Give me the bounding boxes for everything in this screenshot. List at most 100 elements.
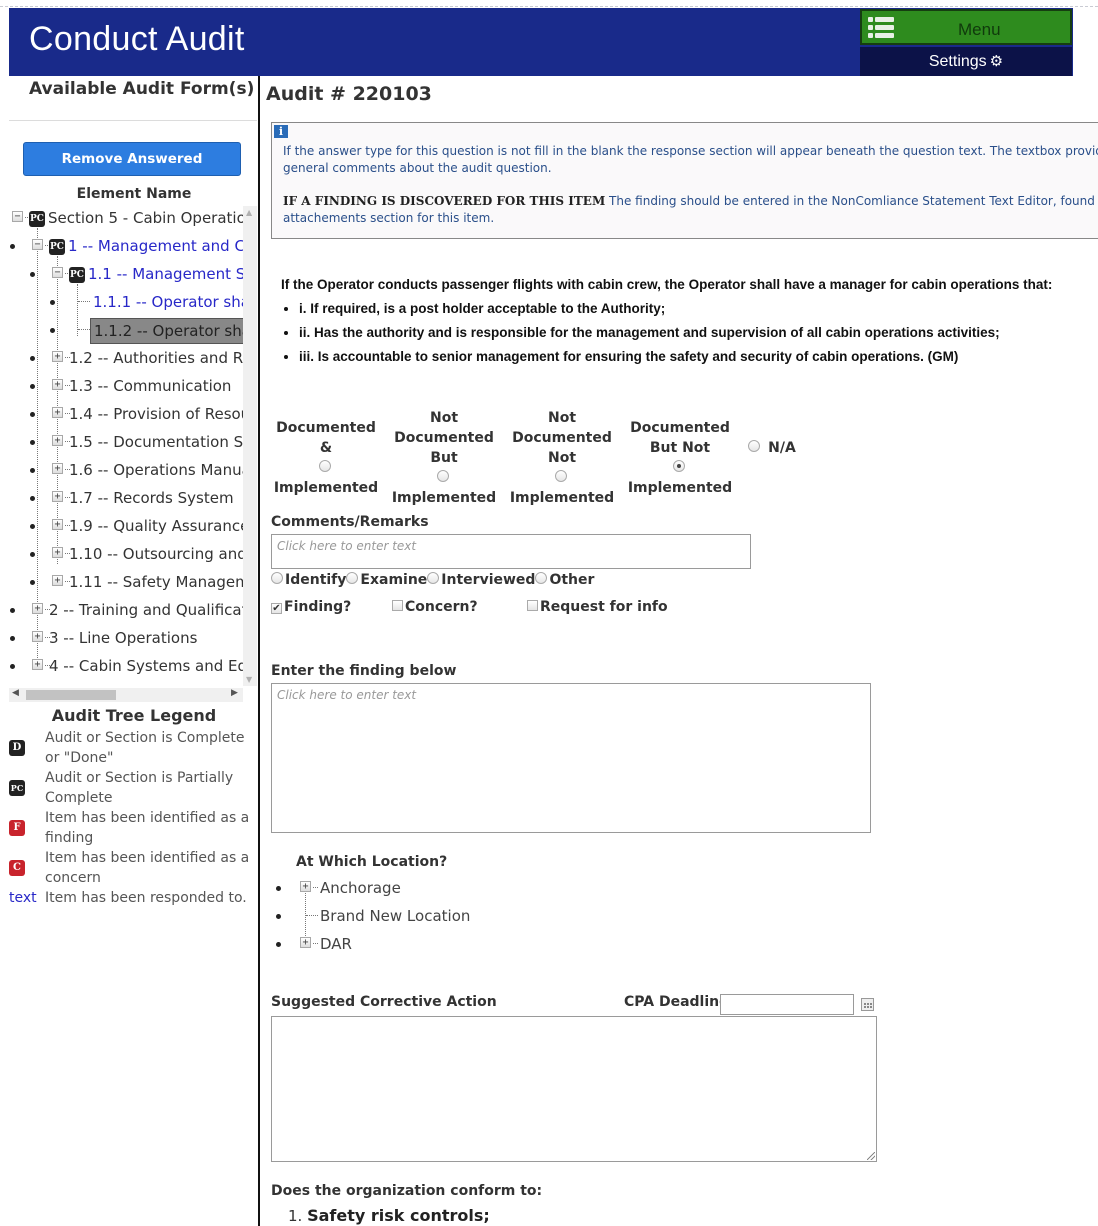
- answer-radio[interactable]: [673, 460, 685, 472]
- expand-icon[interactable]: +: [300, 881, 311, 892]
- corrective-action-input[interactable]: [271, 1016, 877, 1162]
- tree-connector: [78, 301, 90, 302]
- tree-node[interactable]: − PC 1 -- Management and Co: [0, 234, 243, 258]
- info-line-3: IF A FINDING IS DISCOVERED FOR THIS ITEM…: [283, 193, 1098, 210]
- answer-option-label: Implemented: [270, 458, 382, 498]
- location-label: Brand New Location: [320, 907, 471, 925]
- tree-node[interactable]: +1.7 -- Records System: [0, 486, 243, 510]
- settings-button[interactable]: Settings ⚙: [860, 47, 1072, 76]
- expand-icon[interactable]: +: [52, 435, 63, 446]
- expand-icon[interactable]: +: [52, 547, 63, 558]
- answer-option-label: Implemented: [388, 468, 500, 508]
- tree-node-content: PC Section 5 - Cabin Operation: [29, 206, 243, 230]
- method-radio[interactable]: [346, 572, 359, 584]
- method-option[interactable]: Other: [535, 572, 594, 588]
- method-radio[interactable]: [271, 572, 283, 584]
- scroll-left-icon[interactable]: ◀: [12, 688, 19, 698]
- tree-node-label: 1.1.2 -- Operator shal: [90, 318, 243, 344]
- expand-icon[interactable]: +: [52, 519, 63, 530]
- answer-option-text: Implemented: [509, 490, 615, 506]
- finding-input[interactable]: Click here to enter text: [271, 683, 871, 833]
- expand-icon[interactable]: +: [32, 603, 43, 614]
- info-line-1: If the answer type for this question is …: [283, 144, 1098, 158]
- bullet-icon: [30, 524, 35, 529]
- page-title: Conduct Audit: [29, 20, 245, 58]
- expand-icon[interactable]: +: [52, 491, 63, 502]
- tree-node[interactable]: 1.1.2 -- Operator shal: [0, 318, 243, 344]
- tree-node[interactable]: +4 -- Cabin Systems and Equ: [0, 654, 243, 678]
- cpa-deadline-input[interactable]: [720, 994, 854, 1015]
- tree-node-label: 1.9 -- Quality Assurance: [69, 517, 243, 535]
- tree-node[interactable]: +1.3 -- Communication: [0, 374, 243, 398]
- info-icon: i: [274, 125, 288, 138]
- flag-option[interactable]: Concern?: [392, 599, 478, 615]
- tree-node-label: 1.10 -- Outsourcing and: [69, 545, 243, 563]
- answer-option[interactable]: N/A: [742, 438, 802, 458]
- expand-icon[interactable]: +: [52, 575, 63, 586]
- remove-answered-questions-button[interactable]: Remove Answered Questions: [23, 142, 241, 199]
- finding-label: Enter the finding below: [271, 663, 457, 679]
- pane-divider[interactable]: [258, 76, 260, 1226]
- tree-node[interactable]: +1.5 -- Documentation Sy: [0, 430, 243, 454]
- flag-checkbox[interactable]: [527, 600, 538, 611]
- answer-option[interactable]: Not Documented But Implemented: [388, 408, 500, 508]
- tree-node[interactable]: +1.2 -- Authorities and Re: [0, 346, 243, 370]
- tree-node[interactable]: − PC Section 5 - Cabin Operation: [0, 206, 243, 230]
- bullet-icon: [10, 608, 15, 613]
- bullet-icon: [30, 384, 35, 389]
- tree-node[interactable]: +1.6 -- Operations Manua: [0, 458, 243, 482]
- bullet-icon: [30, 272, 35, 277]
- expand-icon[interactable]: +: [32, 659, 43, 670]
- scroll-up-icon[interactable]: ▲: [246, 208, 252, 217]
- expand-icon[interactable]: +: [52, 463, 63, 474]
- expand-icon[interactable]: +: [32, 631, 43, 642]
- collapse-icon[interactable]: −: [12, 211, 23, 222]
- page-top-border: [0, 6, 1098, 7]
- method-option[interactable]: Identify: [271, 572, 346, 588]
- tree-node[interactable]: +1.9 -- Quality Assurance: [0, 514, 243, 538]
- method-option[interactable]: Examine: [346, 572, 427, 588]
- tree-node[interactable]: +2 -- Training and Qualificat: [0, 598, 243, 622]
- tree-vertical-scrollbar[interactable]: ▲ ▼: [243, 206, 257, 686]
- answer-option-label: Documented: [630, 420, 730, 436]
- method-option[interactable]: Interviewed: [427, 572, 535, 588]
- menu-button[interactable]: Menu: [860, 9, 1072, 45]
- collapse-icon[interactable]: −: [32, 239, 43, 250]
- calendar-icon[interactable]: [861, 998, 874, 1011]
- answer-option[interactable]: Not Documented Not Implemented: [506, 408, 618, 508]
- tree-connector: [305, 886, 306, 940]
- answer-option-label: Not: [547, 410, 577, 426]
- tree-node-content: 1.7 -- Records System: [69, 486, 234, 510]
- flag-checkbox[interactable]: ✔: [271, 603, 282, 614]
- flag-checkbox[interactable]: [392, 600, 403, 611]
- scroll-down-icon[interactable]: ▼: [246, 675, 252, 684]
- answer-radio[interactable]: [748, 440, 761, 452]
- method-radio[interactable]: [535, 572, 548, 584]
- answer-radio[interactable]: [555, 470, 567, 482]
- expand-icon[interactable]: +: [52, 351, 63, 362]
- collapse-icon[interactable]: −: [52, 267, 63, 278]
- tree-node-content: 1.9 -- Quality Assurance: [69, 514, 243, 538]
- tree-node[interactable]: − PC 1.1 -- Management Sy: [0, 262, 243, 286]
- flag-option[interactable]: Request for info: [527, 599, 668, 615]
- tree-node[interactable]: +1.10 -- Outsourcing and: [0, 542, 243, 566]
- resize-grip-icon[interactable]: [867, 1152, 875, 1160]
- method-radio[interactable]: [427, 572, 440, 584]
- expand-icon[interactable]: +: [300, 937, 311, 948]
- answer-option[interactable]: Documented & Implemented: [270, 418, 382, 498]
- tree-node[interactable]: 1.1.1 -- Operator shal: [0, 290, 243, 314]
- tree-node[interactable]: +1.4 -- Provision of Resou: [0, 402, 243, 426]
- expand-icon[interactable]: +: [52, 407, 63, 418]
- tree-node[interactable]: +1.11 -- Safety Managem: [0, 570, 243, 594]
- expand-icon[interactable]: +: [52, 379, 63, 390]
- scrollbar-thumb[interactable]: [26, 690, 116, 700]
- tree-node[interactable]: +3 -- Line Operations: [0, 626, 243, 650]
- flag-option[interactable]: ✔ Finding?: [271, 599, 351, 615]
- tree-node-content: 1.6 -- Operations Manua: [69, 458, 243, 482]
- answer-option[interactable]: Documented But Not Implemented: [624, 418, 736, 498]
- tree-horizontal-scrollbar[interactable]: ◀ ▶: [9, 688, 243, 702]
- comments-input[interactable]: Click here to enter text: [271, 534, 751, 569]
- answer-radio[interactable]: [319, 460, 331, 472]
- scroll-right-icon[interactable]: ▶: [231, 688, 238, 698]
- answer-radio[interactable]: [437, 470, 449, 482]
